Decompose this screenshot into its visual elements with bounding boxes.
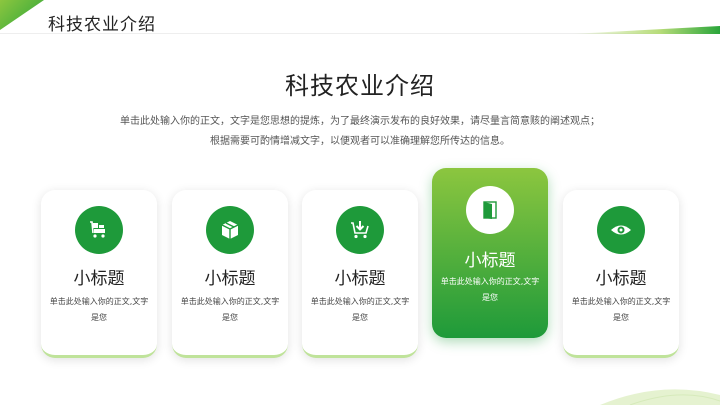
feature-card-5[interactable]: 小标题 单击此处输入你的正文,文字是您 (563, 190, 679, 358)
card-title: 小标题 (204, 269, 256, 289)
door-icon (466, 186, 514, 234)
feature-card-3[interactable]: 小标题 单击此处输入你的正文,文字是您 (302, 190, 418, 358)
card-text: 单击此处输入你的正文,文字是您 (571, 297, 671, 322)
card-text: 单击此处输入你的正文,文字是您 (310, 297, 410, 322)
card-title: 小标题 (464, 251, 516, 271)
card-title: 小标题 (595, 269, 647, 289)
card-text: 单击此处输入你的正文,文字是您 (49, 297, 149, 322)
feature-card-1[interactable]: 小标题 单击此处输入你的正文,文字是您 (41, 190, 157, 358)
page-description: 单击此处输入你的正文，文字是您思想的提炼，为了最终演示发布的良好效果，请尽量言简… (120, 116, 600, 147)
card-text: 单击此处输入你的正文,文字是您 (440, 277, 540, 302)
leaf-decoration (600, 389, 720, 405)
eye-icon (597, 206, 645, 254)
package-icon (206, 206, 254, 254)
feature-card-2[interactable]: 小标题 单击此处输入你的正文,文字是您 (172, 190, 288, 358)
page-title: 科技农业介绍 (285, 72, 435, 100)
cart-boxes-icon (75, 206, 123, 254)
card-text: 单击此处输入你的正文,文字是您 (180, 297, 280, 322)
feature-card-4-active[interactable]: 小标题 单击此处输入你的正文,文字是您 (432, 168, 548, 338)
card-title: 小标题 (73, 269, 125, 289)
download-cart-icon (336, 206, 384, 254)
header-title: 科技农业介绍 (48, 15, 156, 35)
corner-accent (0, 0, 44, 30)
card-title: 小标题 (334, 269, 386, 289)
